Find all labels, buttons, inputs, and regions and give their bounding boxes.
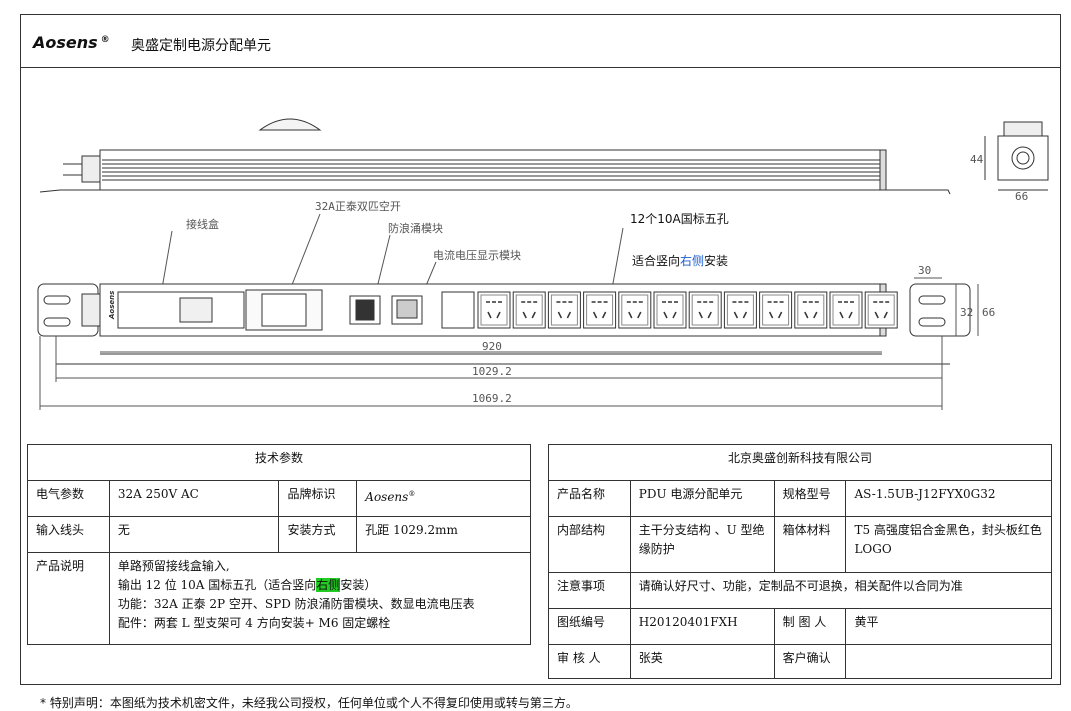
cell-v-name: PDU 电源分配单元	[629, 480, 775, 517]
socket-icon	[547, 291, 581, 329]
socket-icon	[583, 291, 617, 329]
dim-66-end: 66	[1015, 190, 1028, 203]
label-junction-box: 接线盒	[186, 217, 219, 231]
dim-1029: 1029.2	[472, 365, 512, 378]
label-mount: 适合竖向右侧安装	[632, 253, 728, 268]
cell-k-model: 规格型号	[773, 480, 847, 517]
brand-small-logo: Aosens	[108, 291, 116, 320]
title-bar: Aosens ® 奥盛定制电源分配单元	[20, 14, 1061, 68]
socket-icon	[723, 291, 757, 329]
cell-v-struct: 主干分支结构 、U 型绝缘防护	[629, 516, 775, 573]
socket-icon	[653, 291, 687, 329]
pdu-drawing: 44 66 接线盒 32A正泰双匹空开 防浪涌模块 电流电压显示模块 12个10…	[37, 118, 1049, 410]
socket-icon	[618, 291, 652, 329]
socket-icon	[794, 291, 828, 329]
cell-k-note: 注意事项	[548, 572, 631, 609]
cell-v-brand: Aosens®	[356, 480, 531, 517]
cell-v-input: 无	[108, 516, 280, 553]
cell-v-reviewer: 张英	[629, 644, 775, 679]
socket-icon	[688, 291, 722, 329]
top-view	[39, 118, 951, 195]
cell-v-electric: 32A 250V AC	[108, 480, 280, 517]
label-breaker: 32A正泰双匹空开	[315, 199, 401, 213]
footer-disclaimer: * 特别声明：本图纸为技术机密文件，未经我公司授权，任何单位或个人不得复印使用或…	[40, 696, 578, 710]
cell-k-electric: 电气参数	[27, 480, 110, 517]
cell-v-note: 请确认好尺寸、功能，定制品不可退换，相关配件以合同为准	[629, 572, 1053, 609]
cell-v-model: AS-1.5UB-J12FYX0G32	[845, 480, 1052, 517]
socket-icon	[512, 291, 546, 329]
cell-v-desc: 单路预留接线盒输入, 输出 12 位 10A 国标五孔（适合竖向右侧安装） 功能…	[108, 552, 532, 645]
cell-k-install: 安装方式	[278, 516, 358, 553]
tech-table: 技术参数 电气参数 32A 250V AC 品牌标识 Aosens® 输入线头 …	[27, 444, 532, 645]
cell-v-material: T5 高强度铝合金黑色，封头板红色 LOGO	[845, 516, 1052, 573]
socket-icon	[864, 291, 898, 329]
cell-v-customer	[845, 644, 1052, 679]
dim-920: 920	[482, 340, 502, 353]
cell-k-material: 箱体材料	[773, 516, 847, 573]
label-sockets: 12个10A国标五孔	[630, 212, 729, 226]
label-spd: 防浪涌模块	[388, 221, 443, 235]
label-meter: 电流电压显示模块	[433, 248, 521, 262]
cell-k-customer: 客户确认	[773, 644, 847, 679]
cell-v-drawing-no: H20120401FXH	[629, 608, 775, 645]
cell-k-drawing-no: 图纸编号	[548, 608, 631, 645]
dim-32: 32	[960, 306, 973, 319]
socket-icon	[829, 291, 863, 329]
dim-1069: 1069.2	[472, 392, 512, 405]
cell-k-input: 输入线头	[27, 516, 110, 553]
cell-k-name: 产品名称	[548, 480, 631, 517]
socket-icon	[759, 291, 793, 329]
tech-title: 技术参数	[27, 444, 531, 481]
company-table: 北京奥盛创新科技有限公司 产品名称 PDU 电源分配单元 规格型号 AS-1.5…	[548, 444, 1053, 679]
cell-k-brand: 品牌标识	[278, 480, 358, 517]
cell-k-drafter: 制 图 人	[773, 608, 847, 645]
cell-k-desc: 产品说明	[27, 552, 110, 645]
dim-44: 44	[970, 153, 984, 166]
dim-30: 30	[918, 264, 931, 277]
socket-icon	[477, 291, 511, 329]
cell-v-install: 孔距 1029.2mm	[356, 516, 531, 553]
sheet-title: 奥盛定制电源分配单元	[131, 38, 271, 54]
cell-k-struct: 内部结构	[548, 516, 631, 573]
company-title: 北京奥盛创新科技有限公司	[548, 444, 1052, 481]
cell-k-reviewer: 审 核 人	[548, 644, 631, 679]
brand-logo: Aosens ®	[33, 33, 110, 52]
cell-v-drafter: 黄平	[845, 608, 1052, 645]
dim-66: 66	[982, 306, 995, 319]
end-view	[984, 121, 1049, 191]
